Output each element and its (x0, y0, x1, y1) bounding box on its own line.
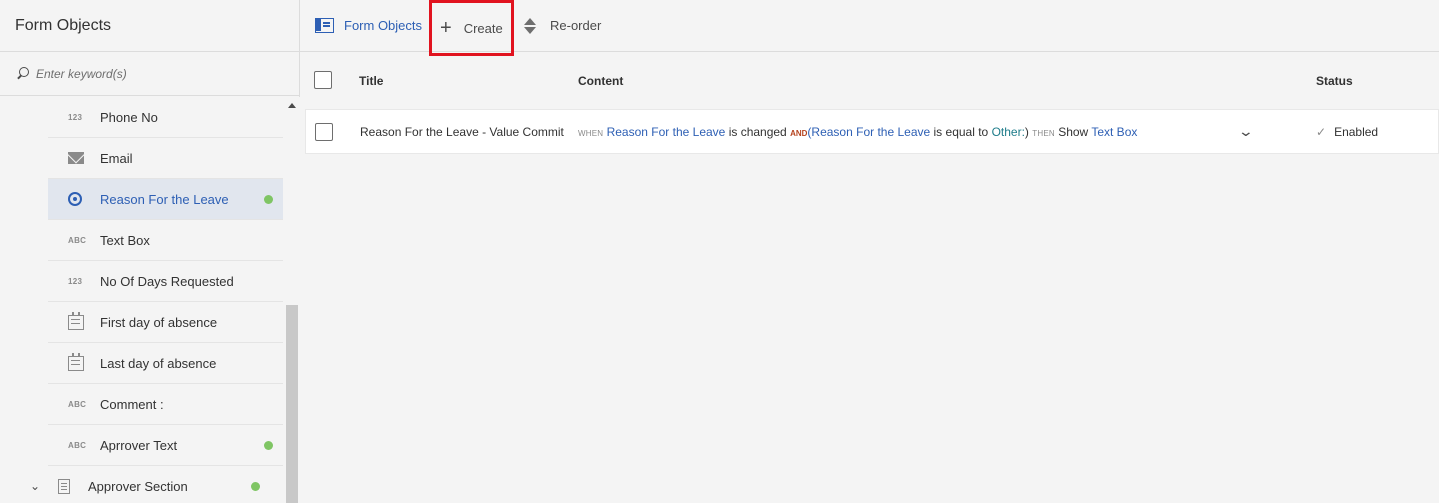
rule-value: Other: (991, 124, 1025, 139)
when-keyword: WHEN (578, 128, 604, 138)
tree-item-no-of-days[interactable]: 123 No Of Days Requested (48, 261, 283, 302)
tree-item-approver-text[interactable]: ABC Aprrover Text (48, 425, 283, 466)
rule-editor-toolbar: Form Objects + Create Re-order (300, 0, 1439, 56)
form-objects-label: Form Objects (344, 18, 423, 33)
side-panel-icon (315, 18, 334, 33)
calendar-icon (48, 352, 100, 371)
rule-operator: is equal to (933, 124, 989, 139)
panel-title: Form Objects (0, 0, 299, 52)
text-field-icon: ABC (68, 235, 87, 245)
tree-item-label: Phone No (100, 109, 158, 125)
rule-title: Reason For the Leave - Value Commit (360, 124, 564, 139)
envelope-icon (48, 152, 100, 164)
table-row[interactable]: Reason For the Leave - Value Commit WHEN… (305, 109, 1439, 154)
column-header-title: Title (359, 73, 384, 88)
rule-indicator-dot (251, 482, 260, 491)
column-header-status: Status (1316, 73, 1353, 88)
tree-item-label: Approver Section (88, 478, 188, 494)
and-keyword: AND (790, 128, 808, 138)
radio-icon (48, 192, 100, 206)
calendar-icon (48, 311, 100, 330)
search-bar (0, 52, 299, 96)
rule-status: ✓ Enabled (1316, 125, 1378, 139)
tree-item-label: Text Box (100, 232, 150, 248)
text-field-icon: ABC (68, 440, 87, 450)
tree-item-phone-no[interactable]: 123 Phone No (48, 97, 283, 138)
rule-target-ref: Text Box (1091, 124, 1138, 139)
rule-field-ref: Reason For the Leave (606, 124, 726, 139)
tree-item-label: No Of Days Requested (100, 273, 234, 289)
tree-section-approver[interactable]: ⌄ Approver Section (30, 466, 270, 503)
chevron-down-icon[interactable]: ⌄ (30, 479, 50, 493)
search-input[interactable] (36, 66, 276, 81)
checkmark-icon: ✓ (1316, 124, 1327, 139)
plus-icon: + (440, 17, 452, 39)
reorder-label: Re-order (550, 18, 602, 33)
rule-field-ref: Reason For the Leave (811, 124, 931, 139)
rule-indicator-dot (264, 441, 273, 450)
tree-item-reason-for-leave[interactable]: Reason For the Leave (48, 179, 283, 220)
then-keyword: THEN (1032, 128, 1055, 138)
tree-item-label: Reason For the Leave (100, 191, 229, 207)
column-header-content: Content (578, 73, 624, 88)
rule-action: Show (1058, 124, 1089, 139)
tree-item-text-box[interactable]: ABC Text Box (48, 220, 283, 261)
tree-item-label: Last day of absence (100, 355, 217, 371)
tree-item-email[interactable]: Email (48, 138, 283, 179)
rule-indicator-dot (264, 195, 273, 204)
scrollbar-thumb[interactable] (286, 305, 298, 503)
rule-operator: is changed (728, 124, 787, 139)
tree-item-comment[interactable]: ABC Comment : (48, 384, 283, 425)
form-object-tree: 123 Phone No Email Reason For the Leave … (0, 97, 284, 503)
form-objects-toggle-button[interactable]: Form Objects (315, 0, 422, 52)
text-field-icon: ABC (68, 399, 87, 409)
rule-content: WHEN Reason For the Leave is changed AND… (578, 125, 1137, 139)
select-all-checkbox[interactable] (314, 71, 332, 89)
create-button[interactable]: + Create (429, 0, 514, 56)
tree-item-first-day[interactable]: First day of absence (48, 302, 283, 343)
tree-item-label: Email (100, 150, 133, 166)
reorder-icon (524, 17, 536, 35)
close-paren: ) (1024, 124, 1029, 139)
tree-item-label: Aprrover Text (100, 437, 178, 453)
search-icon (16, 66, 30, 81)
numeric-icon: 123 (68, 112, 83, 122)
numeric-icon: 123 (68, 276, 83, 286)
tree-item-label: First day of absence (100, 314, 218, 330)
reorder-button[interactable]: Re-order (524, 0, 601, 52)
panel-doc-icon (50, 478, 88, 494)
scroll-up-arrow-icon[interactable] (288, 103, 296, 108)
create-label: Create (463, 20, 503, 36)
status-label: Enabled (1334, 124, 1379, 139)
rules-table-header: Title Content Status (300, 53, 1439, 108)
tree-item-label: Comment : (100, 396, 164, 412)
chevron-down-icon[interactable]: ⌄ (1238, 123, 1254, 140)
row-checkbox[interactable] (315, 123, 333, 141)
tree-item-last-day[interactable]: Last day of absence (48, 343, 283, 384)
